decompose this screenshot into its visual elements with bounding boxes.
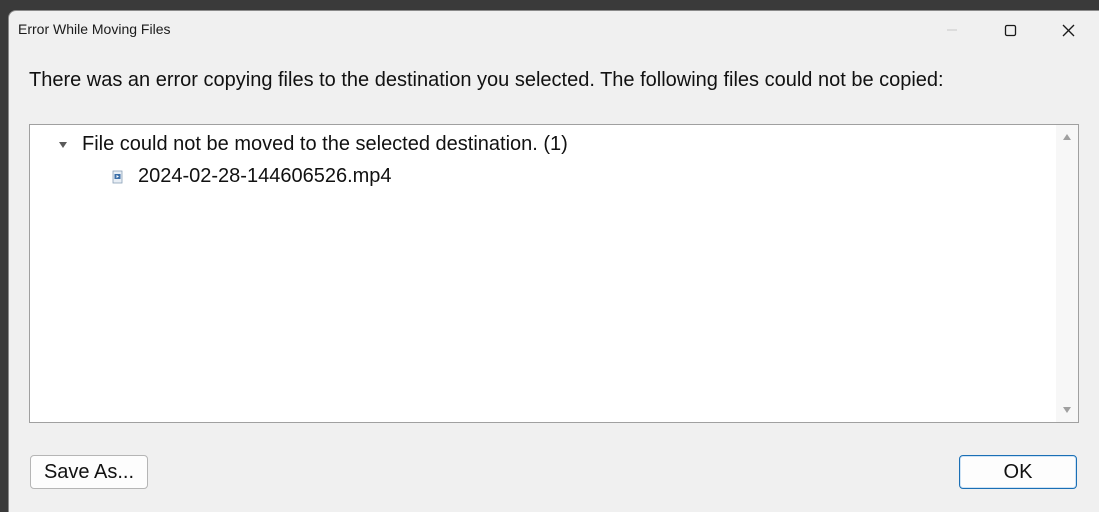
group-label: File could not be moved to the selected … [82,133,568,155]
error-dialog: Error While Moving Files There was an er… [8,10,1099,512]
close-button[interactable] [1039,11,1097,49]
maximize-button[interactable] [981,11,1039,49]
maximize-icon [1004,24,1016,36]
triangle-down-icon[interactable] [56,138,70,152]
ok-button[interactable]: OK [959,455,1077,489]
scroll-up-button[interactable] [1056,127,1078,147]
list-group[interactable]: File could not be moved to the selected … [56,133,568,156]
file-name: 2024-02-28-144606526.mp4 [138,165,392,187]
scroll-down-button[interactable] [1056,400,1078,420]
scroll-down-arrow-icon [1063,407,1071,413]
save-as-button[interactable]: Save As... [30,455,148,489]
error-message: There was an error copying files to the … [29,69,944,91]
title-bar[interactable]: Error While Moving Files [9,11,1099,49]
vertical-scrollbar[interactable] [1056,125,1078,422]
list-item[interactable]: 2024-02-28-144606526.mp4 [112,165,392,188]
window-title: Error While Moving Files [18,21,171,37]
failed-files-list[interactable]: File could not be moved to the selected … [29,124,1079,423]
minimize-button[interactable] [923,11,981,49]
minimize-icon [947,29,957,31]
scroll-up-arrow-icon [1063,134,1071,140]
close-icon [1062,24,1074,36]
video-file-icon [112,170,123,183]
